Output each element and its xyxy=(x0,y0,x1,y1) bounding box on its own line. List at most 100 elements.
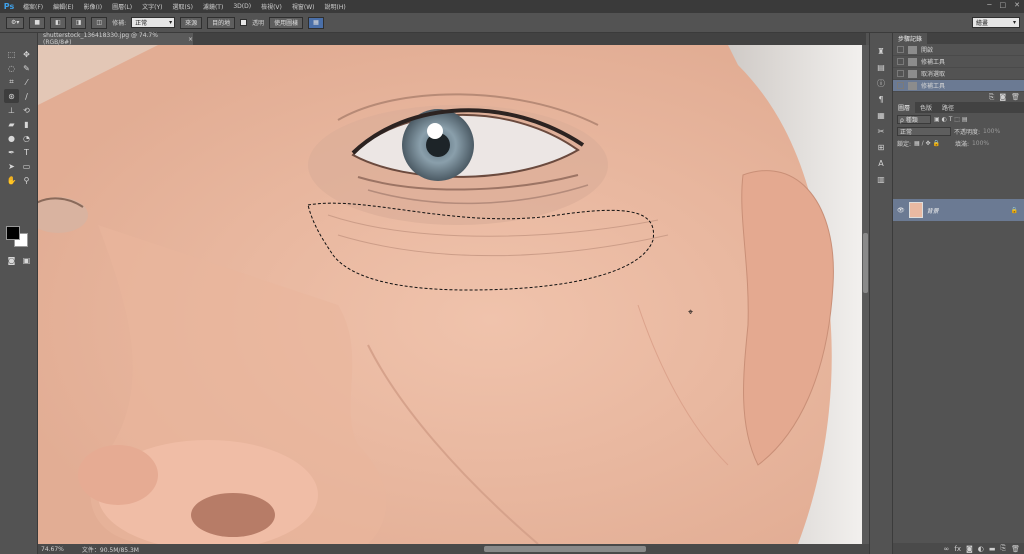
image-canvas[interactable]: ⌖ xyxy=(38,45,862,544)
trash-icon[interactable]: 🗑 xyxy=(1011,93,1020,101)
new-selection-icon[interactable]: ■ xyxy=(29,16,46,29)
intersect-selection-icon[interactable]: ◫ xyxy=(91,16,108,29)
menu-file[interactable]: 檔案(F) xyxy=(18,2,48,11)
swatches-panel-icon[interactable]: ▦ xyxy=(870,107,892,123)
history-brush-icon[interactable]: ⟲ xyxy=(19,103,34,117)
horizontal-scroll-thumb[interactable] xyxy=(484,546,646,552)
layer-thumbnail xyxy=(908,202,923,218)
subtract-selection-icon[interactable]: ◨ xyxy=(70,16,87,29)
use-pattern-button[interactable]: 使用圖樣 xyxy=(269,16,304,29)
history-item-label: 修補工具 xyxy=(921,59,946,66)
layer-filter-select[interactable]: ρ 種類 xyxy=(897,114,931,124)
shape-tool-icon[interactable]: ▭ xyxy=(19,159,34,173)
gradient-tool-icon[interactable]: ▮ xyxy=(19,117,34,131)
history-item[interactable]: 開啟 xyxy=(893,44,1024,56)
move-tool-icon[interactable]: ✥ xyxy=(19,47,34,61)
stamp-tool-icon[interactable]: ⊥ xyxy=(4,103,19,117)
transparent-checkbox[interactable] xyxy=(240,19,248,26)
path-select-tool-icon[interactable]: ➤ xyxy=(4,159,19,173)
fill-value[interactable]: 100% xyxy=(972,140,989,147)
foreground-color-swatch[interactable] xyxy=(6,226,20,240)
lasso-tool-icon[interactable]: ◌ xyxy=(4,61,19,75)
close-button[interactable]: ✕ xyxy=(1014,1,1020,9)
blur-tool-icon[interactable]: ● xyxy=(4,131,19,145)
menu-image[interactable]: 影像(I) xyxy=(79,2,107,11)
link-icon[interactable]: ∞ xyxy=(944,545,950,553)
lock-icons[interactable]: ▦ ∕ ✥ 🔒 xyxy=(914,140,940,147)
type-tool-icon[interactable]: T xyxy=(19,145,34,159)
menu-type[interactable]: 文字(Y) xyxy=(137,2,167,11)
dodge-tool-icon[interactable]: ◔ xyxy=(19,131,34,145)
menu-filter[interactable]: 濾鏡(T) xyxy=(198,2,228,11)
layer-row[interactable]: 👁 背景 🔒 xyxy=(893,199,1024,221)
filter-icons[interactable]: ▣ ◐ T ⬚ ▤ xyxy=(934,116,968,123)
crop-tool-icon[interactable]: ⌗ xyxy=(4,75,19,89)
new-document-icon[interactable]: ⎘ xyxy=(989,93,995,102)
minimize-button[interactable]: ─ xyxy=(987,1,991,9)
properties-panel-icon[interactable]: ▤ xyxy=(870,59,892,75)
hand-tool-icon[interactable]: ✋ xyxy=(4,173,19,187)
patch-tool-icon[interactable]: ⊛ xyxy=(4,89,19,103)
vertical-scroll-thumb[interactable] xyxy=(863,233,868,293)
source-button[interactable]: 來源 xyxy=(180,16,203,29)
menu-view[interactable]: 檢視(V) xyxy=(256,2,287,11)
history-source-box[interactable] xyxy=(897,46,904,53)
folder-icon[interactable]: ▬ xyxy=(989,545,996,553)
document-tab[interactable]: shutterstock_136418330.jpg @ 74.7% (RGB/… xyxy=(38,32,193,46)
eraser-tool-icon[interactable]: ▰ xyxy=(4,117,19,131)
info-panel-icon[interactable]: ⓘ xyxy=(870,75,892,91)
pattern-picker[interactable]: ▦ xyxy=(308,16,324,29)
trash-icon[interactable]: 🗑 xyxy=(1011,545,1020,553)
camera-icon[interactable]: ◙ xyxy=(999,93,1006,101)
menu-3d[interactable]: 3D(D) xyxy=(228,3,256,10)
eye-icon[interactable]: 👁 xyxy=(897,207,905,214)
workspace-select[interactable]: 繪畫 ▾ xyxy=(972,17,1020,28)
opacity-value[interactable]: 100% xyxy=(983,128,1000,135)
layer-comps-icon[interactable]: ▥ xyxy=(870,171,892,187)
patch-mode-select[interactable]: 正常 ▾ xyxy=(131,17,176,28)
eyedropper-tool-icon[interactable]: ⁄ xyxy=(19,75,34,89)
patch-mode-value: 正常 xyxy=(135,20,148,27)
screen-mode-icon[interactable]: ▣ xyxy=(19,253,34,267)
quick-select-tool-icon[interactable]: ✎ xyxy=(19,61,34,75)
history-source-box[interactable] xyxy=(897,70,904,77)
tab-paths[interactable]: 路徑 xyxy=(937,102,959,113)
history-item[interactable]: 修補工具 xyxy=(893,80,1024,92)
new-layer-icon[interactable]: ⎘ xyxy=(1001,544,1007,553)
menu-window[interactable]: 視窗(W) xyxy=(287,2,320,11)
history-panel-icon[interactable]: ♜ xyxy=(870,43,892,59)
layer-name[interactable]: 背景 xyxy=(927,206,939,215)
vertical-scrollbar[interactable] xyxy=(862,45,869,544)
zoom-level[interactable]: 74.67% xyxy=(41,546,64,553)
mask-icon[interactable]: ◙ xyxy=(966,545,973,553)
fx-icon[interactable]: fx xyxy=(954,545,961,553)
maximize-button[interactable]: □ xyxy=(1000,1,1007,9)
tab-layers[interactable]: 圖層 xyxy=(893,102,916,113)
destination-button[interactable]: 目的地 xyxy=(207,16,236,29)
blend-mode-select[interactable]: 正常 xyxy=(897,126,951,136)
history-source-box[interactable] xyxy=(897,58,904,65)
quick-mask-icon[interactable]: ◙ xyxy=(4,253,19,267)
paragraph-panel-icon[interactable]: A xyxy=(870,155,892,171)
add-selection-icon[interactable]: ◧ xyxy=(50,16,66,29)
zoom-tool-icon[interactable]: ⚲ xyxy=(19,173,34,187)
menu-select[interactable]: 選取(S) xyxy=(167,2,198,11)
tool-presets-icon[interactable]: ⊞ xyxy=(870,139,892,155)
history-item[interactable]: 修補工具 xyxy=(893,56,1024,68)
tool-preset-picker[interactable]: ⚙▾ xyxy=(6,16,25,29)
menu-edit[interactable]: 編輯(E) xyxy=(48,2,78,11)
actions-panel-icon[interactable]: ✂ xyxy=(870,123,892,139)
menu-layer[interactable]: 圖層(L) xyxy=(107,2,137,11)
tab-channels[interactable]: 色版 xyxy=(915,102,937,113)
close-tab-icon[interactable]: × xyxy=(188,36,193,43)
history-source-box[interactable] xyxy=(897,82,904,89)
marquee-tool-icon[interactable]: ⬚ xyxy=(4,47,19,61)
tab-history[interactable]: 步驟記錄 xyxy=(893,33,928,44)
brush-tool-icon[interactable]: ∕ xyxy=(19,89,34,103)
character-panel-icon[interactable]: ¶ xyxy=(870,91,892,107)
adjustment-icon[interactable]: ◐ xyxy=(978,545,984,553)
history-item[interactable]: 取消選取 xyxy=(893,68,1024,80)
pen-tool-icon[interactable]: ✒ xyxy=(4,145,19,159)
chevron-down-icon: ▾ xyxy=(1012,19,1016,26)
menu-help[interactable]: 說明(H) xyxy=(320,2,351,11)
